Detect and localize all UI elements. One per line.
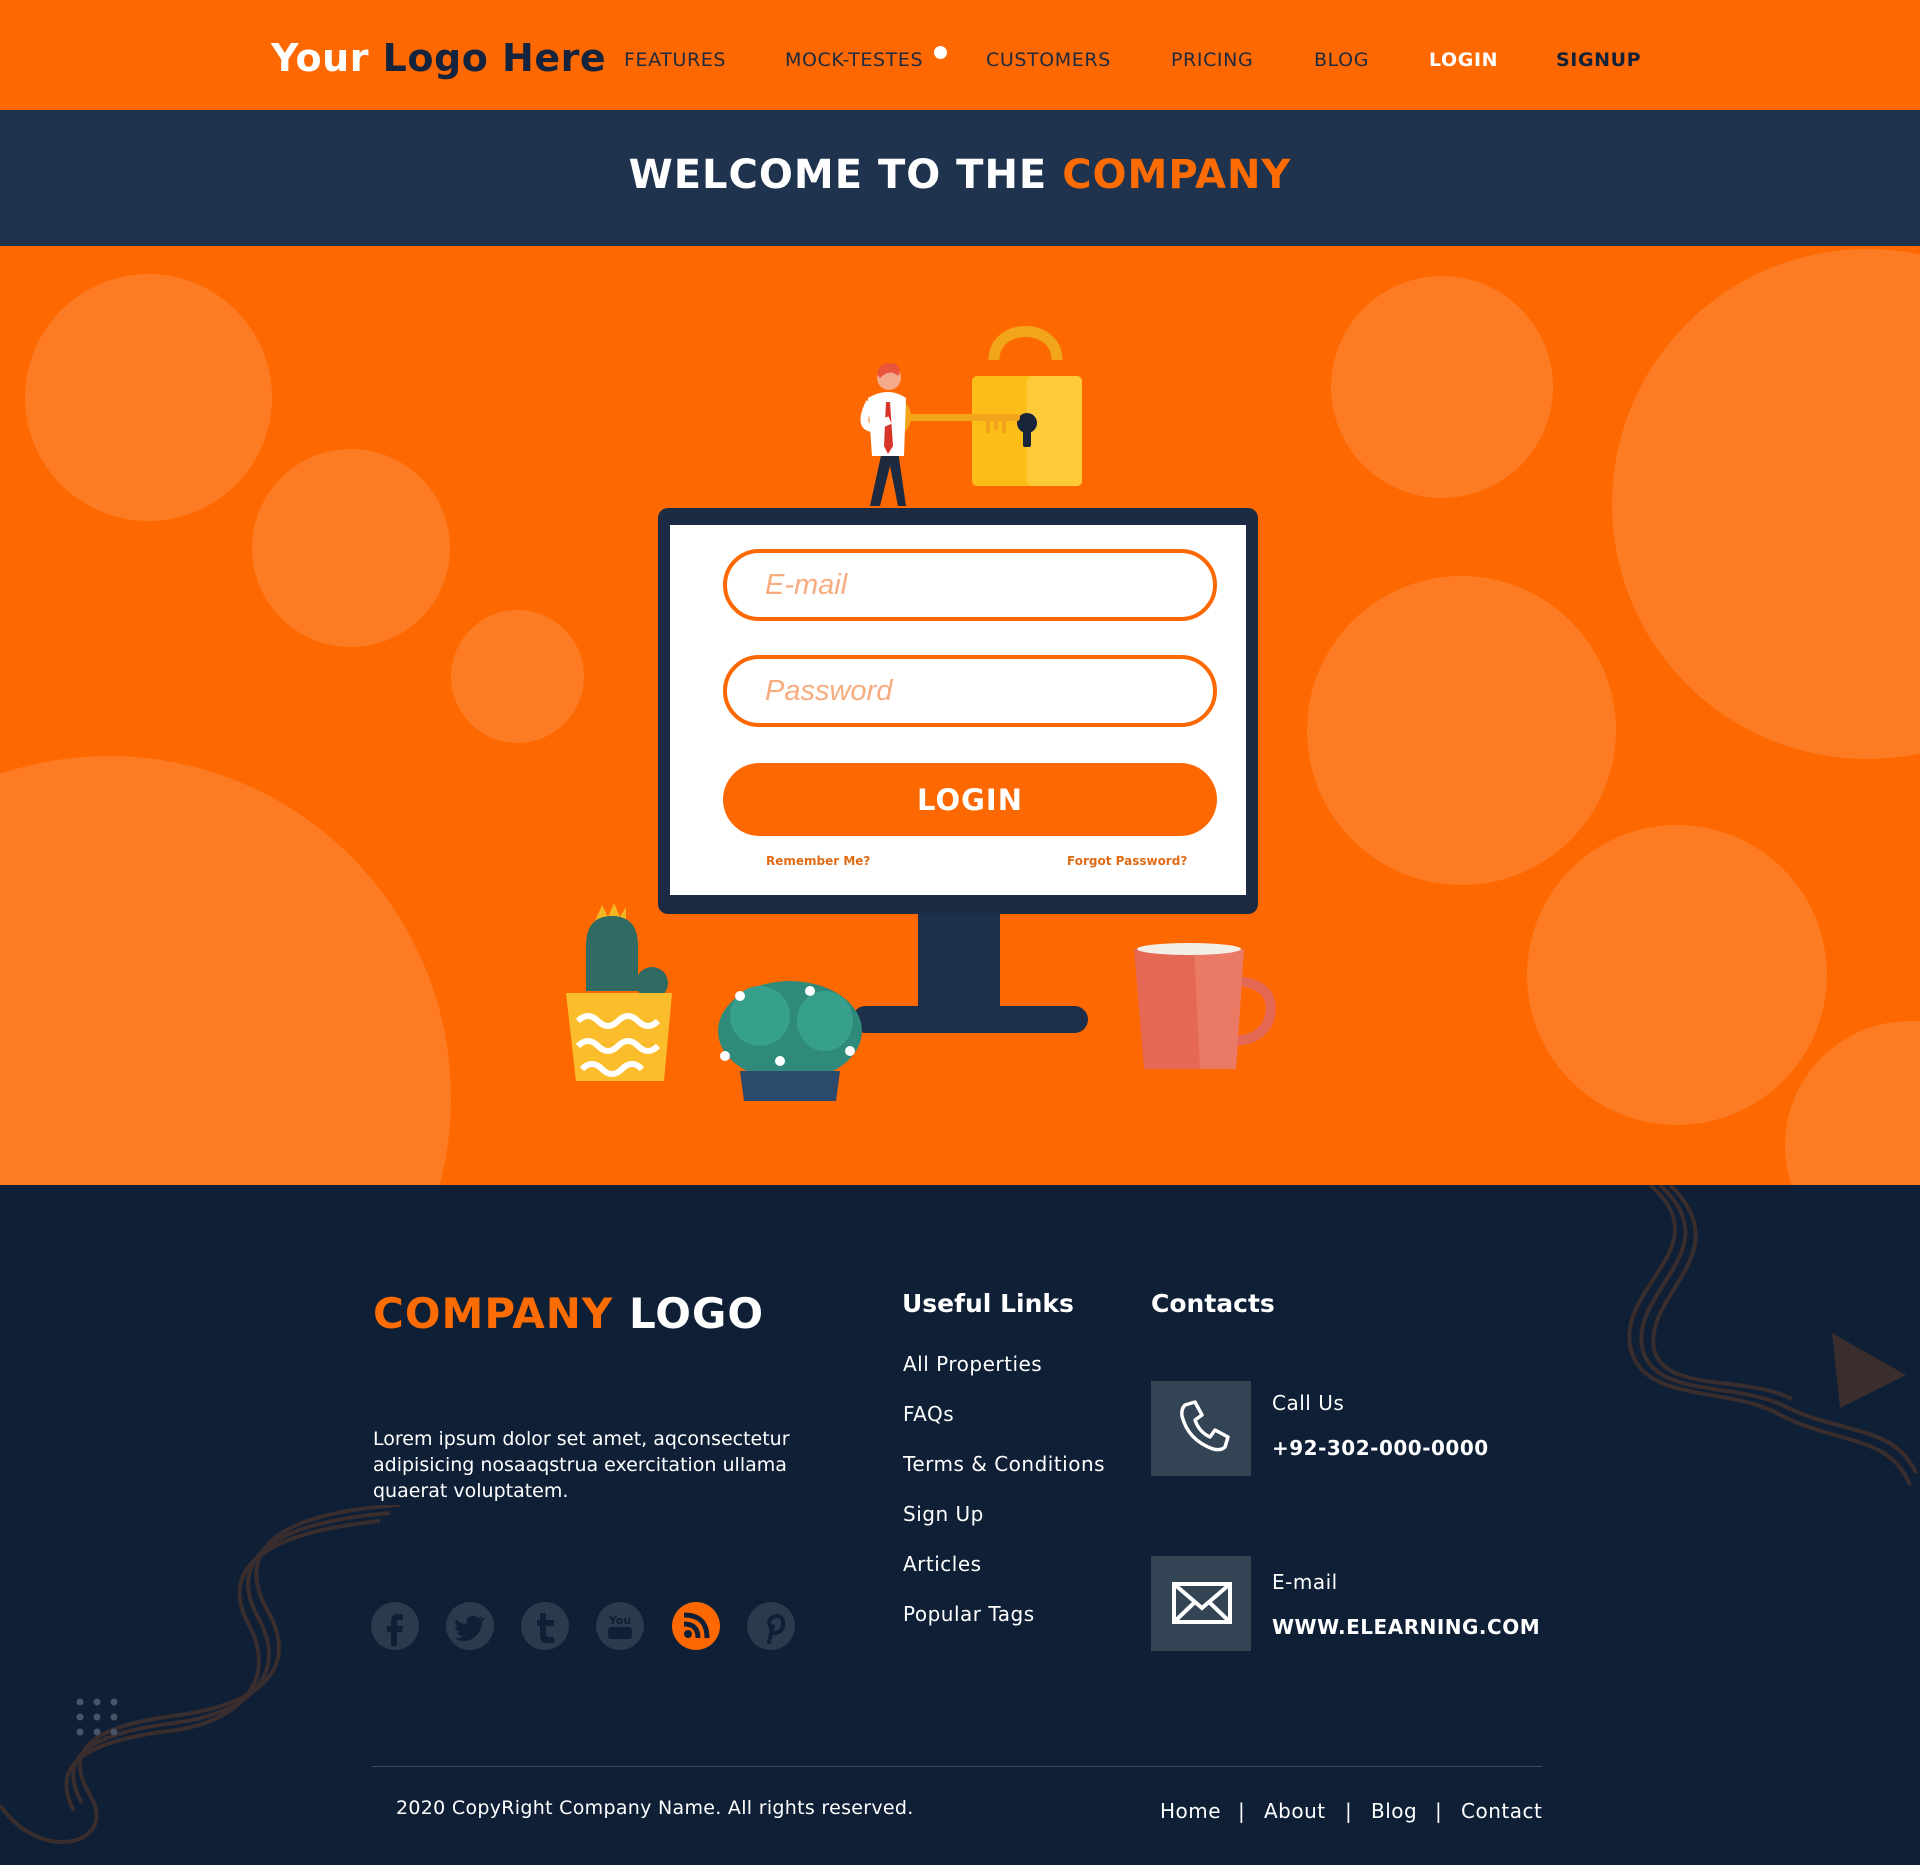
- email-value[interactable]: WWW.ELEARNING.COM: [1272, 1615, 1540, 1639]
- logo-text-logo-here: Logo Here: [382, 36, 607, 80]
- cactus-illustration: [566, 903, 672, 1081]
- decor-dots: [76, 1698, 118, 1736]
- welcome-title-main: WELCOME TO THE: [628, 152, 1048, 198]
- footer-nav-blog[interactable]: Blog: [1371, 1799, 1417, 1823]
- useful-links-list: All Properties FAQs Terms & Conditions S…: [903, 1352, 1105, 1652]
- link-faqs[interactable]: FAQs: [903, 1402, 1105, 1452]
- footer-nav-contact[interactable]: Contact: [1461, 1799, 1542, 1823]
- decor-circle: [451, 610, 584, 743]
- twitter-icon[interactable]: [446, 1602, 494, 1650]
- monitor: LOGIN Remember Me? Forgot Password?: [658, 508, 1258, 914]
- monitor-stand-base: [852, 1006, 1088, 1033]
- decor-circle: [25, 274, 272, 521]
- decor-circle: [252, 449, 450, 647]
- facebook-icon[interactable]: [371, 1602, 419, 1650]
- man-with-key-illustration: [860, 326, 1082, 506]
- link-articles[interactable]: Articles: [903, 1552, 1105, 1602]
- youtube-icon[interactable]: You: [596, 1602, 644, 1650]
- nav-active-indicator: [934, 46, 947, 59]
- copyright-text: 2020 CopyRight Company Name. All rights …: [396, 1797, 914, 1819]
- remember-me-link[interactable]: Remember Me?: [766, 854, 870, 868]
- site-footer: COMPANY LOGO Lorem ipsum dolor set amet,…: [0, 1185, 1920, 1865]
- phone-number[interactable]: +92-302-000-0000: [1272, 1436, 1489, 1460]
- forgot-password-link[interactable]: Forgot Password?: [1067, 854, 1187, 868]
- link-popular-tags[interactable]: Popular Tags: [903, 1602, 1105, 1652]
- decor-circle: [1331, 276, 1553, 498]
- rss-icon[interactable]: [672, 1602, 720, 1650]
- link-sign-up[interactable]: Sign Up: [903, 1502, 1105, 1552]
- nav-blog[interactable]: BLOG: [1314, 49, 1369, 71]
- envelope-icon: [1172, 1582, 1232, 1624]
- nav-pricing[interactable]: PRICING: [1171, 49, 1253, 71]
- pinterest-icon[interactable]: [747, 1602, 795, 1650]
- useful-links-title: Useful Links: [902, 1289, 1074, 1318]
- footer-nav-separator: |: [1435, 1799, 1442, 1823]
- password-input[interactable]: [723, 655, 1217, 727]
- footer-nav-separator: |: [1345, 1799, 1352, 1823]
- decor-circle: [1527, 825, 1827, 1125]
- monitor-stand: [918, 914, 1000, 1011]
- footer-nav-separator: |: [1238, 1799, 1245, 1823]
- tumblr-icon[interactable]: [521, 1602, 569, 1650]
- email-input[interactable]: [723, 549, 1217, 621]
- footer-logo-company: COMPANY: [373, 1289, 614, 1338]
- call-us-label: Call Us: [1272, 1391, 1345, 1415]
- coffee-mug-illustration: [1134, 943, 1276, 1069]
- footer-logo-logo: LOGO: [628, 1289, 765, 1338]
- footer-nav-about[interactable]: About: [1264, 1799, 1326, 1823]
- footer-nav-home[interactable]: Home: [1160, 1799, 1221, 1823]
- logo-text-your: Your: [271, 36, 369, 80]
- email-label: E-mail: [1272, 1570, 1338, 1594]
- phone-icon-box: [1151, 1381, 1251, 1476]
- decor-wave: [1627, 1185, 1918, 1486]
- footer-divider: [372, 1766, 1542, 1767]
- nav-login[interactable]: LOGIN: [1429, 49, 1498, 71]
- decor-circle: [0, 756, 451, 1185]
- login-hero: LOGIN Remember Me? Forgot Password?: [0, 246, 1920, 1185]
- decor-circle: [1612, 249, 1920, 759]
- svg-text:You: You: [608, 1614, 631, 1627]
- login-button[interactable]: LOGIN: [723, 763, 1217, 836]
- footer-about-text: Lorem ipsum dolor set amet, aqconsectetu…: [373, 1428, 790, 1502]
- nav-mock-testes[interactable]: MOCK-TESTES: [785, 49, 923, 71]
- decor-wave: [0, 1505, 401, 1844]
- login-form: LOGIN Remember Me? Forgot Password?: [670, 525, 1246, 895]
- phone-icon: [1180, 1400, 1230, 1452]
- footer-logo[interactable]: COMPANY LOGO: [373, 1289, 764, 1338]
- welcome-title: WELCOME TO THE COMPANY: [0, 152, 1920, 198]
- nav-features[interactable]: FEATURES: [624, 49, 726, 71]
- contacts-title: Contacts: [1151, 1289, 1275, 1318]
- potted-plant-illustration: [718, 981, 862, 1101]
- link-all-properties[interactable]: All Properties: [903, 1352, 1105, 1402]
- decor-circle: [1307, 576, 1616, 885]
- welcome-title-accent: COMPANY: [1062, 152, 1292, 198]
- email-icon-box: [1151, 1556, 1251, 1651]
- link-terms-conditions[interactable]: Terms & Conditions: [903, 1452, 1105, 1502]
- site-logo[interactable]: Your Logo Here: [271, 36, 606, 80]
- top-navbar: Your Logo Here FEATURES MOCK-TESTES CUST…: [0, 0, 1920, 110]
- welcome-banner: WELCOME TO THE COMPANY: [0, 110, 1920, 246]
- nav-signup[interactable]: SIGNUP: [1556, 49, 1641, 71]
- nav-customers[interactable]: CUSTOMERS: [986, 49, 1111, 71]
